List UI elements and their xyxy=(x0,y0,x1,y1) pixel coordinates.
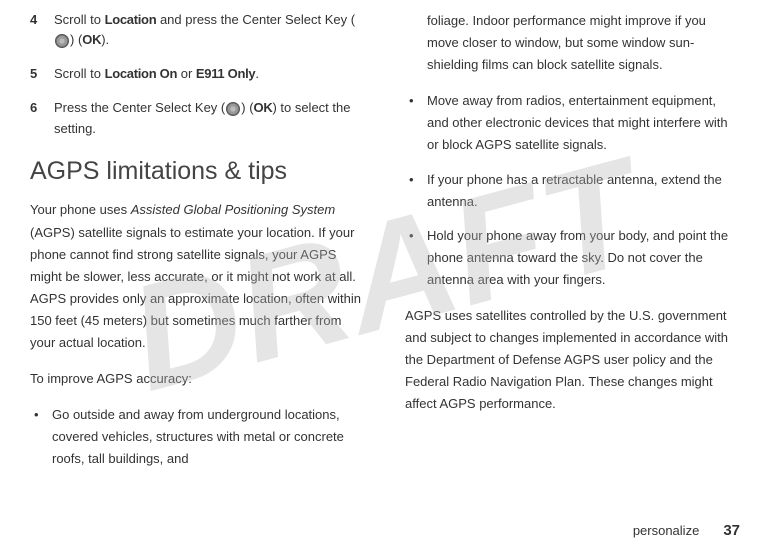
step-number: 4 xyxy=(30,10,54,50)
step-number: 5 xyxy=(30,64,54,84)
step-text: Scroll to Location and press the Center … xyxy=(54,10,365,50)
bullet-list-right: Move away from radios, entertainment equ… xyxy=(405,90,740,291)
center-select-key-icon xyxy=(226,102,240,116)
text: and press the Center Select Key ( xyxy=(156,12,355,27)
step-6: 6 Press the Center Select Key () (OK) to… xyxy=(30,98,365,138)
continuation-text: foliage. Indoor performance might improv… xyxy=(405,10,740,76)
italic-text: Assisted Global Positioning System xyxy=(131,202,335,217)
text: (AGPS) satellite signals to estimate you… xyxy=(30,225,361,350)
step-number: 6 xyxy=(30,98,54,138)
text: Your phone uses xyxy=(30,202,131,217)
closing-paragraph: AGPS uses satellites controlled by the U… xyxy=(405,305,740,415)
list-item: If your phone has a retractable antenna,… xyxy=(427,169,740,213)
text: Press the Center Select Key ( xyxy=(54,100,225,115)
page-number: 37 xyxy=(723,522,740,539)
text: Scroll to xyxy=(54,12,105,27)
step-5: 5 Scroll to Location On or E911 Only. xyxy=(30,64,365,84)
center-select-key-icon xyxy=(55,34,69,48)
page-content: 4 Scroll to Location and press the Cente… xyxy=(0,0,770,494)
bold-text: OK xyxy=(82,32,101,47)
bold-text: Location On xyxy=(105,66,178,81)
page-footer: personalize 37 xyxy=(633,522,740,539)
bold-text: OK xyxy=(254,100,273,115)
text: ). xyxy=(101,32,109,47)
text: or xyxy=(177,66,196,81)
section-heading: AGPS limitations & tips xyxy=(30,157,365,186)
step-4: 4 Scroll to Location and press the Cente… xyxy=(30,10,365,50)
bullet-list-left: Go outside and away from underground loc… xyxy=(30,404,365,470)
text: ) ( xyxy=(241,100,253,115)
text: Scroll to xyxy=(54,66,105,81)
bold-text: Location xyxy=(105,12,157,27)
footer-section-label: personalize xyxy=(633,523,700,538)
improve-intro: To improve AGPS accuracy: xyxy=(30,368,365,390)
list-item: Go outside and away from underground loc… xyxy=(52,404,365,470)
right-column: foliage. Indoor performance might improv… xyxy=(405,10,740,484)
step-text: Press the Center Select Key () (OK) to s… xyxy=(54,98,365,138)
text: ) ( xyxy=(70,32,82,47)
list-item: Move away from radios, entertainment equ… xyxy=(427,90,740,156)
text: . xyxy=(255,66,259,81)
left-column: 4 Scroll to Location and press the Cente… xyxy=(30,10,365,484)
list-item: Hold your phone away from your body, and… xyxy=(427,225,740,291)
step-text: Scroll to Location On or E911 Only. xyxy=(54,64,365,84)
intro-paragraph: Your phone uses Assisted Global Position… xyxy=(30,199,365,354)
bold-text: E911 Only xyxy=(196,66,255,81)
